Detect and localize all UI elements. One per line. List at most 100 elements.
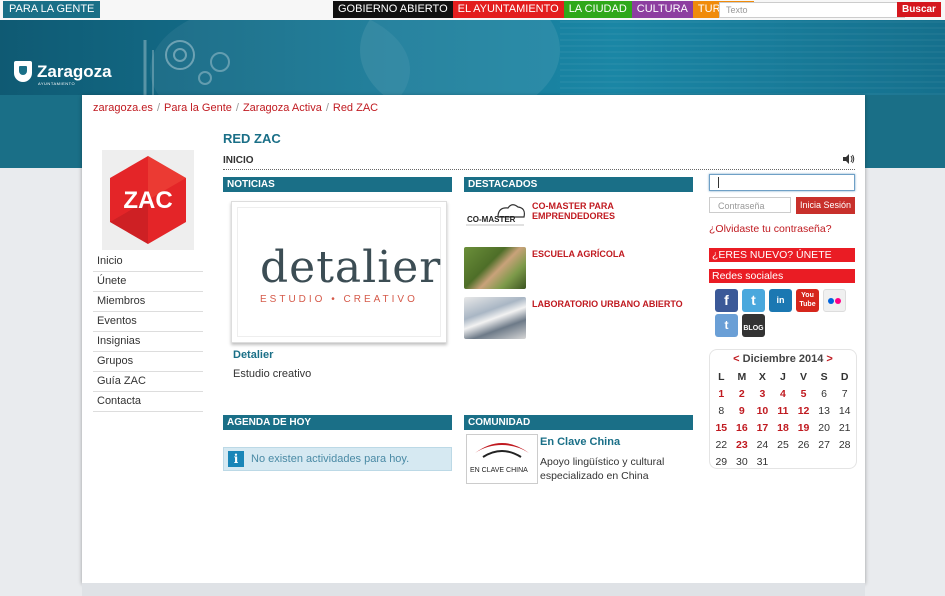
twitter-icon[interactable]: t bbox=[742, 289, 765, 312]
gears-decoration-icon bbox=[143, 40, 230, 95]
nav-gobierno-abierto[interactable]: GOBIERNO ABIERTO bbox=[333, 1, 453, 18]
agenda-info-box: i No existen actividades para hoy. bbox=[223, 447, 452, 471]
calendar-day[interactable]: 15 bbox=[711, 420, 732, 437]
calendar-day[interactable]: 9 bbox=[732, 403, 753, 420]
calendar-day[interactable]: 5 bbox=[793, 386, 814, 403]
comunidad-title-link[interactable]: En Clave China bbox=[540, 436, 620, 448]
calendar-day[interactable]: 11 bbox=[773, 403, 794, 420]
calendar-day: 14 bbox=[838, 405, 851, 417]
calendar-day: 30 bbox=[736, 456, 748, 468]
calendar-day[interactable]: 16 bbox=[732, 420, 753, 437]
calendar-day: 28 bbox=[838, 439, 851, 451]
news-title-link[interactable]: Detalier bbox=[233, 349, 273, 361]
top-nav: GOBIERNO ABIERTO EL AYUNTAMIENTO LA CIUD… bbox=[333, 1, 754, 18]
breadcrumb-item[interactable]: Red ZAC bbox=[333, 102, 378, 114]
calendar-day[interactable]: 19 bbox=[793, 420, 814, 437]
side-menu-item-inicio[interactable]: Inicio bbox=[93, 252, 203, 272]
destacado-item[interactable]: LABORATORIO URBANO ABIERTO bbox=[464, 297, 694, 339]
side-menu-item-guia-zac[interactable]: Guía ZAC bbox=[93, 372, 203, 392]
news-image[interactable]: detalier ESTUDIO • CREATIVO bbox=[231, 201, 447, 343]
calendar-day: 13 bbox=[818, 405, 830, 417]
comunidad-thumbnail[interactable]: EN CLAVE CHINA bbox=[466, 434, 538, 484]
linkedin-icon[interactable]: in bbox=[769, 289, 792, 312]
zaragoza-logo[interactable]: Zaragoza AYUNTAMIENTO bbox=[14, 61, 112, 86]
facebook-icon[interactable]: f bbox=[715, 289, 738, 312]
page-title: RED ZAC bbox=[223, 131, 281, 146]
calendar-day[interactable]: 12 bbox=[793, 403, 814, 420]
flickr-dot-pink bbox=[835, 298, 841, 304]
tuenti-icon[interactable]: t bbox=[715, 314, 738, 337]
calendar-prev-button[interactable]: < bbox=[733, 353, 739, 365]
zac-logo-text: ZAC bbox=[123, 187, 172, 214]
comaster-thumbnail: CO-MASTER bbox=[464, 199, 526, 241]
calendar-day[interactable]: 10 bbox=[752, 403, 773, 420]
blog-icon[interactable]: BLOG bbox=[742, 314, 765, 337]
nav-la-ciudad[interactable]: LA CIUDAD bbox=[563, 1, 632, 18]
logo-subtitle: AYUNTAMIENTO bbox=[38, 81, 76, 86]
zac-logo[interactable]: ZAC bbox=[102, 150, 194, 250]
calendar-day[interactable]: 3 bbox=[752, 386, 773, 403]
agenda-heading: AGENDA DE HOY bbox=[223, 415, 452, 430]
flickr-dot-blue bbox=[828, 298, 834, 304]
nav-cultura[interactable]: CULTURA bbox=[631, 1, 693, 18]
username-field[interactable] bbox=[709, 174, 855, 191]
destacado-label[interactable]: ESCUELA AGRÍCOLA bbox=[532, 249, 625, 259]
side-menu-item-miembros[interactable]: Miembros bbox=[93, 292, 203, 312]
comunidad-heading: COMUNIDAD bbox=[464, 415, 693, 430]
calendar-day: 21 bbox=[838, 422, 851, 434]
zaragoza-shield-icon bbox=[14, 61, 32, 82]
calendar-weekday: S bbox=[820, 371, 828, 383]
nav-el-ayuntamiento[interactable]: EL AYUNTAMIENTO bbox=[452, 1, 564, 18]
destacados-heading: DESTACADOS bbox=[464, 177, 693, 192]
search-input[interactable]: Texto bbox=[719, 2, 905, 18]
calendar-weekday: V bbox=[800, 371, 808, 383]
calendar-day[interactable]: 23 bbox=[732, 437, 753, 454]
calendar-day[interactable]: 18 bbox=[773, 420, 794, 437]
comunidad-description: Apoyo lingüístico y cultural especializa… bbox=[540, 456, 665, 482]
calendar-next-button[interactable]: > bbox=[826, 353, 832, 365]
join-bar[interactable]: ¿ERES NUEVO? ÚNETE bbox=[709, 248, 855, 262]
destacado-label[interactable]: LABORATORIO URBANO ABIERTO bbox=[532, 299, 683, 309]
section-title: INICIO bbox=[223, 154, 855, 170]
side-menu-item-insignias[interactable]: Insignias bbox=[93, 332, 203, 352]
destacado-item[interactable]: CO-MASTER CO-MASTER PARA EMPRENDEDORES bbox=[464, 199, 694, 241]
logo-name: Zaragoza bbox=[37, 61, 112, 81]
calendar-weekday: M bbox=[737, 371, 747, 383]
calendar-month: Diciembre 2014 bbox=[742, 353, 824, 365]
search-button[interactable]: Buscar bbox=[897, 2, 941, 17]
top-bar: PARA LA GENTE GOBIERNO ABIERTO EL AYUNTA… bbox=[0, 0, 945, 21]
calendar-day[interactable]: 17 bbox=[752, 420, 773, 437]
youtube-icon[interactable]: You Tube bbox=[796, 289, 819, 312]
social-bar: Redes sociales bbox=[709, 269, 855, 283]
side-menu-item-eventos[interactable]: Eventos bbox=[93, 312, 203, 332]
para-la-gente-link[interactable]: PARA LA GENTE bbox=[3, 1, 101, 18]
breadcrumb-item[interactable]: zaragoza.es bbox=[93, 102, 153, 114]
detalier-logo-text: detalier bbox=[260, 242, 442, 293]
calendar-day: 26 bbox=[797, 439, 810, 451]
calendar-day[interactable]: 2 bbox=[732, 386, 753, 403]
breadcrumb-item[interactable]: Zaragoza Activa bbox=[243, 102, 322, 114]
calendar-weekday: D bbox=[840, 371, 849, 383]
destacado-label[interactable]: CO-MASTER PARA EMPRENDEDORES bbox=[532, 201, 694, 221]
agenda-message: No existen actividades para hoy. bbox=[251, 453, 410, 465]
breadcrumb-item[interactable]: Para la Gente bbox=[164, 102, 232, 114]
comaster-thumb-text: CO-MASTER bbox=[467, 215, 516, 224]
site-header: Zaragoza AYUNTAMIENTO bbox=[0, 20, 945, 95]
content-card: zaragoza.es / Para la Gente / Zaragoza Activ… bbox=[82, 95, 865, 583]
side-menu-item-unete[interactable]: Únete bbox=[93, 272, 203, 292]
flickr-icon[interactable] bbox=[823, 289, 846, 312]
calendar-day: 24 bbox=[756, 439, 769, 451]
calendar-day[interactable]: 1 bbox=[711, 386, 732, 403]
side-menu-item-grupos[interactable]: Grupos bbox=[93, 352, 203, 372]
calendar-day: 22 bbox=[715, 439, 728, 451]
login-button[interactable]: Inicia Sesión bbox=[796, 197, 855, 214]
calendar-day[interactable]: 4 bbox=[773, 386, 794, 403]
speaker-icon[interactable] bbox=[843, 154, 855, 164]
forgot-password-link[interactable]: ¿Olvidaste tu contraseña? bbox=[709, 223, 832, 235]
destacado-item[interactable]: ESCUELA AGRÍCOLA bbox=[464, 247, 694, 289]
header-decoration bbox=[560, 20, 945, 95]
side-menu-item-contacta[interactable]: Contacta bbox=[93, 392, 203, 412]
calendar-day: 8 bbox=[718, 405, 725, 417]
breadcrumb: zaragoza.es / Para la Gente / Zaragoza Activ… bbox=[93, 102, 379, 114]
password-field[interactable]: Contraseña bbox=[709, 197, 791, 213]
